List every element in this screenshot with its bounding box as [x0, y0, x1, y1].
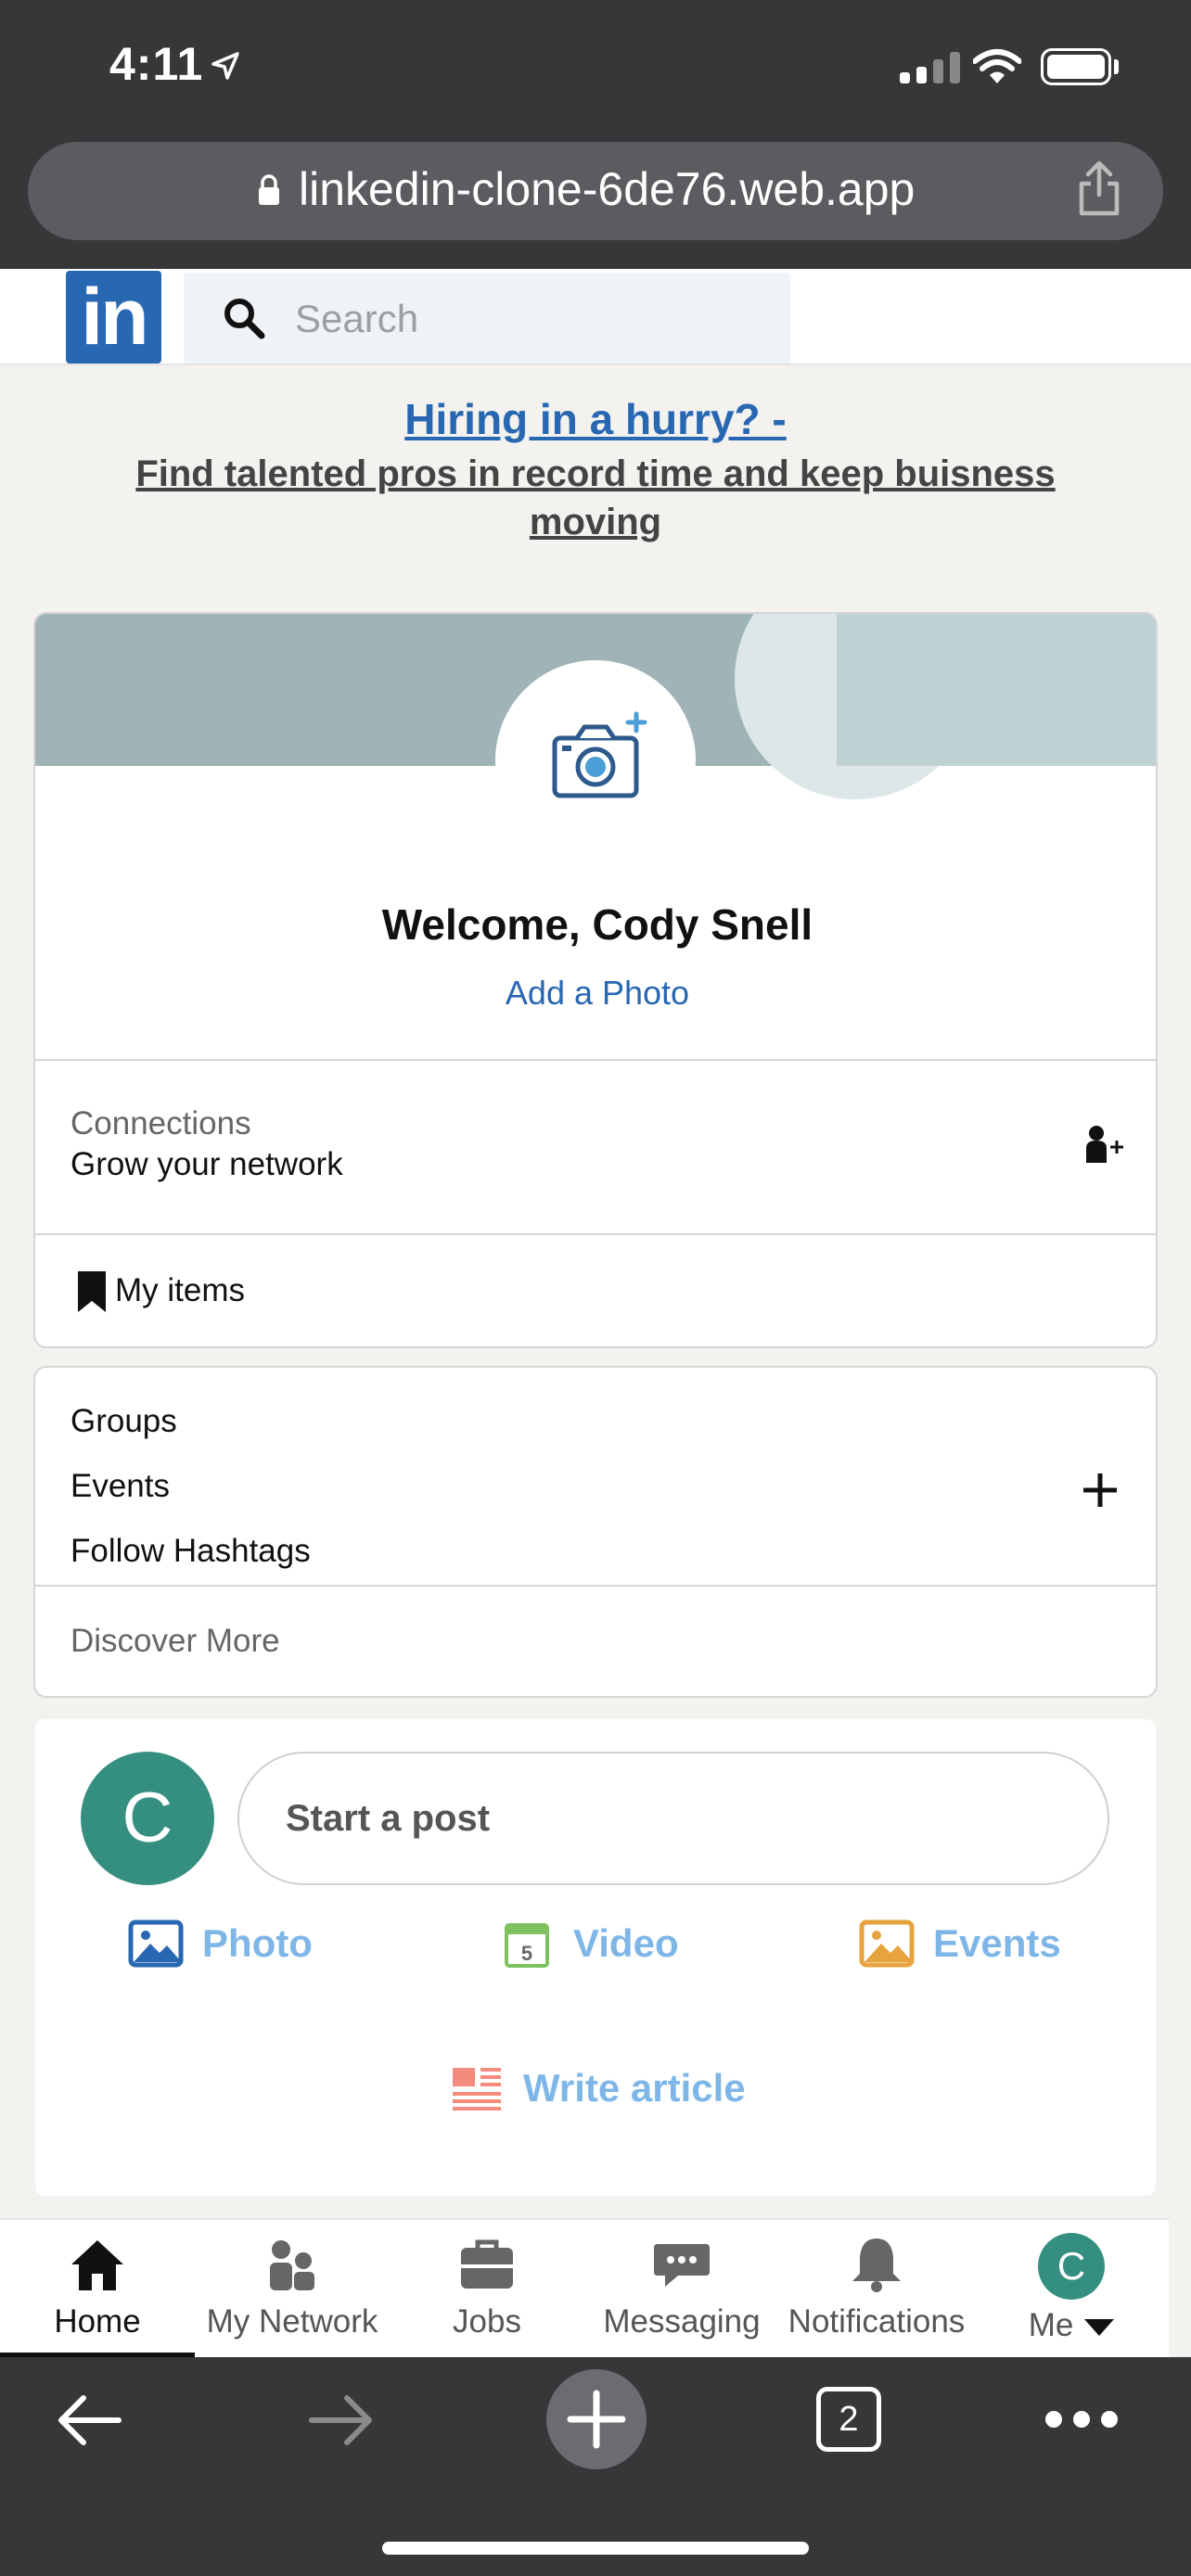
cellular-signal-icon [900, 52, 960, 83]
linkedin-logo[interactable]: in [66, 271, 161, 363]
more-icon[interactable] [1043, 2405, 1121, 2433]
battery-icon [1041, 48, 1111, 85]
write-article-button[interactable]: Write article [449, 2064, 746, 2112]
add-photo-link[interactable]: Add a Photo [35, 974, 1156, 1013]
nav-jobs[interactable]: Jobs [390, 2233, 584, 2357]
article-icon [453, 2068, 501, 2111]
me-avatar: C [1038, 2233, 1105, 2300]
profile-card: Welcome, Cody Snell Add a Photo Connecti… [33, 612, 1158, 1348]
write-article-label: Write article [523, 2066, 746, 2110]
connections-subtitle[interactable]: Grow your network [70, 1146, 343, 1183]
forward-arrow-icon[interactable] [306, 2391, 377, 2450]
plus-icon[interactable] [1080, 1470, 1121, 1511]
nav-my-network-label: My Network [206, 2303, 378, 2340]
photo-icon [128, 1919, 184, 1968]
nav-jobs-label: Jobs [453, 2303, 521, 2340]
location-arrow-icon [211, 52, 239, 80]
home-icon [71, 2240, 123, 2290]
nav-me-label: Me [1028, 2307, 1074, 2343]
nav-home[interactable]: Home [0, 2233, 195, 2357]
lock-icon [259, 174, 279, 205]
groups-card: Groups Events Follow Hashtags Discover M… [33, 1366, 1158, 1698]
nav-notifications-label: Notifications [788, 2303, 966, 2340]
caret-down-icon [1084, 2318, 1115, 2336]
events-button[interactable]: Events [859, 1919, 1061, 1968]
plus-icon [567, 2390, 626, 2449]
add-photo-camera-icon[interactable] [549, 710, 651, 803]
add-person-icon[interactable] [1083, 1124, 1124, 1165]
video-label: Video [573, 1921, 679, 1965]
nav-my-network[interactable]: My Network [195, 2233, 390, 2357]
nav-notifications[interactable]: Notifications [779, 2233, 974, 2357]
video-button[interactable]: 5 Video [499, 1919, 679, 1968]
photo-label: Photo [202, 1921, 313, 1965]
messaging-icon [654, 2244, 710, 2287]
welcome-heading: Welcome, Cody Snell [381, 900, 813, 949]
events-link[interactable]: Events [70, 1468, 170, 1505]
status-time: 4:11 [109, 38, 204, 90]
search-input[interactable] [295, 291, 777, 347]
video-icon: 5 [505, 1923, 549, 1968]
home-indicator [382, 2542, 809, 2555]
nav-home-label: Home [54, 2303, 141, 2340]
promo-title[interactable]: Hiring in a hurry? - [0, 394, 1191, 444]
share-icon[interactable] [1074, 159, 1124, 217]
photo-button[interactable]: Photo [128, 1919, 313, 1968]
post-composer: C Start a post Photo 5 Video Events Writ… [35, 1719, 1156, 2196]
jobs-icon [461, 2239, 513, 2289]
back-arrow-icon[interactable] [54, 2391, 124, 2450]
bookmark-icon [78, 1271, 106, 1312]
groups-link[interactable]: Groups [70, 1403, 177, 1440]
nav-me[interactable]: C Me [974, 2233, 1169, 2357]
follow-hashtags-link[interactable]: Follow Hashtags [70, 1533, 311, 1570]
start-post-button[interactable]: Start a post [237, 1752, 1109, 1885]
url-text[interactable]: linkedin-clone-6de76.web.app [299, 162, 915, 216]
connections-label[interactable]: Connections [70, 1105, 251, 1142]
avatar[interactable]: C [81, 1752, 214, 1885]
battery-tip [1114, 59, 1119, 74]
nav-messaging-label: Messaging [603, 2303, 761, 2340]
search-icon [224, 299, 265, 339]
promo-body[interactable]: Find talented pros in record time and ke… [93, 450, 1098, 546]
notifications-icon [852, 2238, 901, 2292]
events-label: Events [933, 1921, 1061, 1965]
my-items-link[interactable]: My items [115, 1272, 245, 1309]
discover-more-link[interactable]: Discover More [70, 1623, 280, 1660]
wifi-icon [973, 49, 1021, 83]
new-tab-button[interactable] [546, 2369, 647, 2469]
svg-text:5: 5 [521, 1942, 532, 1965]
events-icon [859, 1919, 915, 1968]
nav-messaging[interactable]: Messaging [584, 2233, 779, 2357]
tabs-button[interactable]: 2 [816, 2387, 881, 2452]
network-icon [270, 2240, 314, 2290]
